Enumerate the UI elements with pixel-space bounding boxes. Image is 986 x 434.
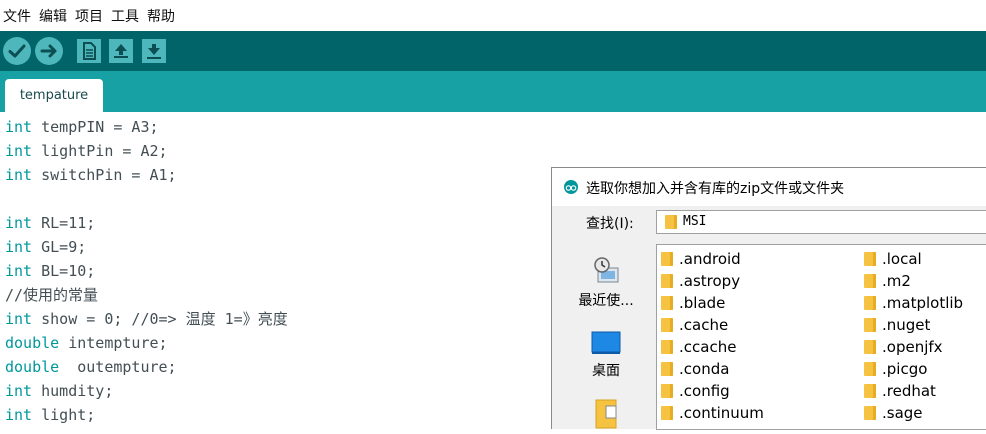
upload-button[interactable] xyxy=(35,37,63,65)
verify-icon xyxy=(8,44,26,58)
new-button[interactable] xyxy=(77,39,101,63)
places-bar: 最近使... 桌面 xyxy=(562,244,650,430)
folder-icon xyxy=(661,384,673,398)
menu-file[interactable]: 文件 xyxy=(0,6,36,26)
code-line: int BL=10; xyxy=(5,262,96,280)
folder-icon xyxy=(661,318,673,332)
save-icon xyxy=(147,44,161,59)
file-item[interactable]: .astropy xyxy=(661,270,740,292)
tab-label: tempature xyxy=(19,88,89,103)
dialog-title: 选取你想加入并含有库的zip文件或文件夹 xyxy=(586,181,845,197)
folder-icon xyxy=(661,362,673,376)
folder-icon xyxy=(864,406,876,420)
folder-icon xyxy=(864,252,876,266)
file-item[interactable]: .matplotlib xyxy=(864,292,963,314)
place-desktop[interactable]: 桌面 xyxy=(562,330,650,380)
folder-icon xyxy=(661,340,673,354)
save-button[interactable] xyxy=(142,39,166,63)
open-button[interactable] xyxy=(109,39,133,63)
folder-icon xyxy=(864,384,876,398)
folder-icon xyxy=(864,318,876,332)
toolbar xyxy=(0,31,986,71)
folder-icon xyxy=(661,406,673,420)
code-line: int GL=9; xyxy=(5,238,87,256)
file-item[interactable]: .ccache xyxy=(661,336,736,358)
desktop-icon xyxy=(591,331,621,354)
place-recent[interactable]: 最近使... xyxy=(562,254,650,310)
folder-icon xyxy=(864,362,876,376)
menu-sketch[interactable]: 项目 xyxy=(72,6,108,26)
look-in-value: MSI xyxy=(683,214,707,229)
place-desktop-label: 桌面 xyxy=(592,363,620,379)
tab-tempature[interactable]: tempature xyxy=(5,79,103,112)
place-user-folder[interactable] xyxy=(562,396,650,434)
file-item[interactable]: .nuget xyxy=(864,314,930,336)
file-item[interactable]: .picgo xyxy=(864,358,927,380)
code-line: int switchPin = A1; xyxy=(5,166,177,184)
look-in-dropdown[interactable]: MSI xyxy=(656,210,986,234)
user-folder-icon xyxy=(595,399,617,429)
folder-icon xyxy=(864,274,876,288)
file-item[interactable]: .local xyxy=(864,248,922,270)
look-in-label: 查找(I): xyxy=(586,216,634,232)
code-line: int lightPin = A2; xyxy=(5,142,168,160)
place-recent-label: 最近使... xyxy=(578,293,634,309)
code-comment-line: //使用的常量 xyxy=(5,286,99,304)
verify-button[interactable] xyxy=(3,37,31,65)
file-item[interactable]: .cache xyxy=(661,314,728,336)
code-line: int tempPIN = A3; xyxy=(5,118,159,136)
folder-icon xyxy=(661,274,673,288)
folder-icon xyxy=(661,252,673,266)
file-item[interactable]: .m2 xyxy=(864,270,911,292)
open-icon xyxy=(114,44,128,58)
folder-icon xyxy=(661,296,673,310)
code-line: int show = 0; //0=> 温度 1=》亮度 xyxy=(5,310,288,328)
file-item[interactable]: .conda xyxy=(661,358,729,380)
code-line: double outempture; xyxy=(5,358,177,376)
file-item[interactable]: .config xyxy=(661,380,730,402)
folder-icon xyxy=(864,340,876,354)
menu-help[interactable]: 帮助 xyxy=(144,6,180,26)
menu-tools[interactable]: 工具 xyxy=(108,6,144,26)
file-item[interactable]: .sage xyxy=(864,402,923,424)
code-line: double intempture; xyxy=(5,334,168,352)
file-item[interactable]: .openjfx xyxy=(864,336,943,358)
file-item[interactable]: .blade xyxy=(661,292,725,314)
folder-icon xyxy=(665,215,677,229)
code-line: int light; xyxy=(5,406,96,424)
menu-edit[interactable]: 编辑 xyxy=(36,6,72,26)
add-library-dialog: 选取你想加入并含有库的zip文件或文件夹 查找(I): MSI 最近使... 桌… xyxy=(551,167,986,430)
file-item[interactable]: .android xyxy=(661,248,741,270)
recent-items-icon xyxy=(594,257,619,283)
file-item[interactable]: .redhat xyxy=(864,380,936,402)
file-item[interactable]: .continuum xyxy=(661,402,764,424)
upload-icon xyxy=(40,44,57,58)
new-icon xyxy=(83,42,96,60)
dialog-title-bar[interactable]: 选取你想加入并含有库的zip文件或文件夹 xyxy=(552,168,986,206)
file-list[interactable]: .android .astropy .blade .cache .ccache … xyxy=(656,244,986,430)
tab-bar: tempature xyxy=(0,71,986,112)
code-line: int RL=11; xyxy=(5,214,96,232)
folder-icon xyxy=(864,296,876,310)
code-line: int humdity; xyxy=(5,382,114,400)
arduino-logo-icon xyxy=(564,180,578,194)
menu-bar: 文件 编辑 项目 工具 帮助 xyxy=(0,0,986,32)
